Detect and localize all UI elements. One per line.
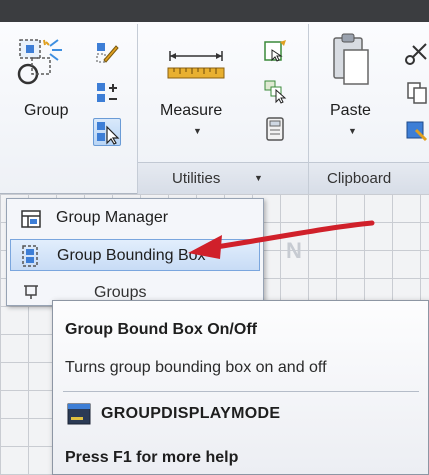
measure-button-label: Measure [160,102,223,119]
group-manager-icon [21,210,41,228]
paste-button[interactable] [330,30,374,90]
group-edit-icon [97,83,117,102]
tooltip-command-name: GROUPDISPLAYMODE [101,405,281,422]
ungroup-button[interactable] [94,40,120,66]
calculator-button[interactable] [262,116,288,142]
copy-icon [407,82,427,104]
paste-clipboard-icon [333,33,369,85]
tooltip-title: Group Bound Box On/Off [65,321,257,338]
group-bounding-box-icon [22,245,38,267]
select-similar-icon [264,80,287,104]
utilities-expand-caret: ▼ [254,173,263,183]
tooltip-divider [63,391,419,392]
quick-select-button[interactable] [262,38,288,64]
command-line-icon [67,403,91,425]
select-similar-button[interactable] [262,78,288,104]
menu-item-label: Group Manager [56,209,169,226]
tooltip-help-hint: Press F1 for more help [65,449,239,466]
clipboard-panel-footer[interactable]: Clipboard [309,162,429,194]
cut-button[interactable] [404,40,429,66]
measure-ruler-icon [167,51,225,79]
utilities-panel-footer[interactable]: Utilities ▼ [138,162,308,194]
top-title-bar [0,0,429,22]
group-large-button[interactable] [16,38,74,90]
measure-dropdown-caret[interactable]: ▼ [193,126,202,136]
group-select-cursor-icon [97,122,120,145]
red-pointer-arrow [188,220,375,259]
measure-button[interactable] [166,48,226,84]
group-bounding-box-button[interactable] [93,118,121,146]
paste-dropdown-caret[interactable]: ▼ [348,126,357,136]
group-button-label: Group [24,102,69,119]
match-properties-icon [406,121,428,142]
tooltip-description: Turns group bounding box on and off [65,359,327,376]
groups-pin-icon [24,285,38,299]
utilities-panel-title: Utilities [172,170,221,187]
copy-button[interactable] [404,80,429,106]
command-tooltip: Group Bound Box On/Off Turns group bound… [52,300,429,475]
scissors-icon [405,43,427,65]
paste-button-label: Paste [330,102,371,119]
group-icon [17,39,62,85]
clipboard-panel-title: Clipboard [327,170,392,187]
group-edit-button[interactable] [94,80,120,106]
quick-select-icon [264,40,286,62]
ungroup-pencil-icon [96,43,119,63]
calculator-icon [266,117,284,141]
match-properties-button[interactable] [404,118,429,144]
